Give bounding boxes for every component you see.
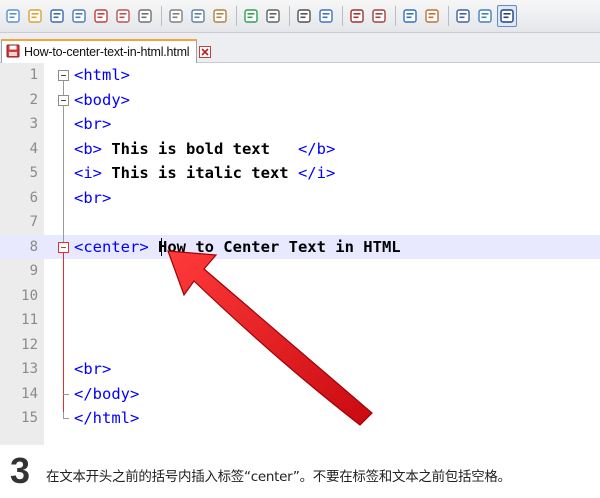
cut-icon[interactable] xyxy=(166,5,186,27)
toolbar-separator xyxy=(289,6,290,26)
annotation-arrow-icon xyxy=(167,250,373,426)
replace-icon[interactable] xyxy=(316,5,336,27)
find-icon[interactable] xyxy=(294,5,314,27)
toolbar-separator xyxy=(342,6,343,26)
save-all-icon[interactable] xyxy=(69,5,89,27)
toolbar-separator xyxy=(448,6,449,26)
open-file-icon[interactable] xyxy=(25,5,45,27)
new-file-icon[interactable] xyxy=(3,5,23,27)
copy-icon[interactable] xyxy=(188,5,208,27)
close-all-icon[interactable] xyxy=(113,5,133,27)
instruction-area: 3 在文本开头之前的括号内插入标签“center”。不要在标签和文本之前包括空格… xyxy=(0,445,600,498)
zoom-out-icon[interactable] xyxy=(369,5,389,27)
redo-icon[interactable] xyxy=(263,5,283,27)
zoom-in-icon[interactable] xyxy=(347,5,367,27)
tab-label: How-to-center-text-in-html.html xyxy=(24,45,190,59)
tab-document[interactable]: How-to-center-text-in-html.html xyxy=(1,39,212,63)
file-saved-icon xyxy=(6,43,20,62)
step-number: 3 xyxy=(10,450,31,491)
word-wrap-icon[interactable] xyxy=(453,5,473,27)
code-editor[interactable]: 1 <html> 2 <body> 3 <br> 4 <b> This is bold tex… xyxy=(0,63,600,445)
tab-bar: How-to-center-text-in-html.html xyxy=(0,33,600,63)
toolbar-separator xyxy=(395,6,396,26)
sync-horizontal-icon[interactable] xyxy=(422,5,442,27)
close-icon[interactable] xyxy=(199,46,212,58)
print-icon[interactable] xyxy=(135,5,155,27)
undo-icon[interactable] xyxy=(241,5,261,27)
sync-vertical-icon[interactable] xyxy=(400,5,420,27)
toolbar xyxy=(0,0,600,33)
step-text: 在文本开头之前的括号内插入标签“center”。不要在标签和文本之前包括空格。 xyxy=(46,469,511,485)
indent-guide-icon[interactable] xyxy=(497,5,517,27)
show-all-characters-icon[interactable] xyxy=(475,5,495,27)
save-icon[interactable] xyxy=(47,5,67,27)
toolbar-separator xyxy=(161,6,162,26)
close-icon[interactable] xyxy=(91,5,111,27)
toolbar-separator xyxy=(236,6,237,26)
paste-icon[interactable] xyxy=(210,5,230,27)
